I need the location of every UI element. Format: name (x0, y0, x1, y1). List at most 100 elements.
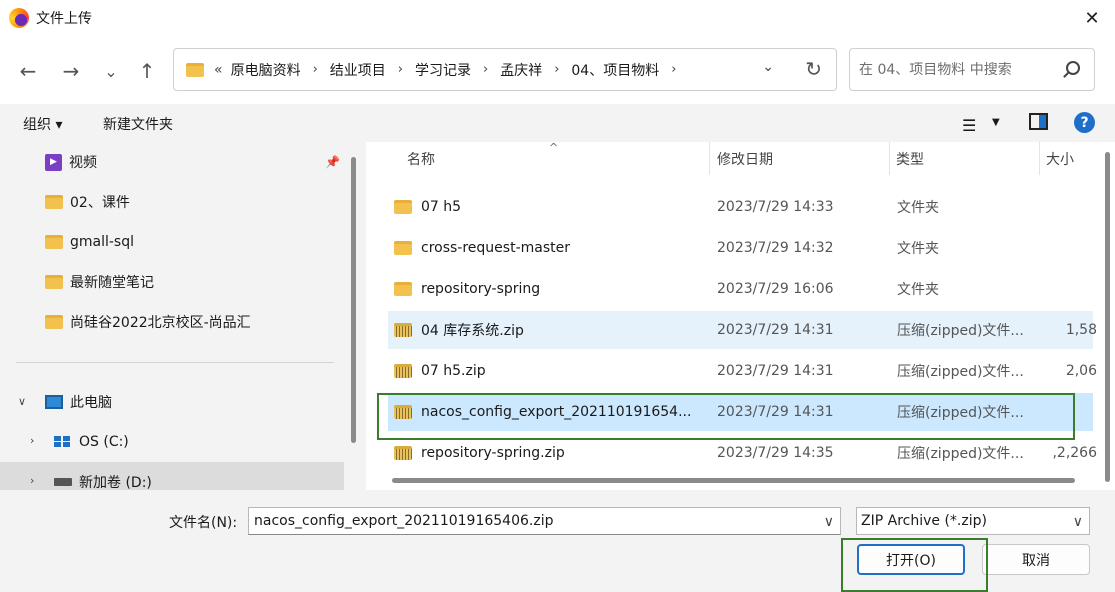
breadcrumb-item[interactable]: 结业项目 (330, 60, 386, 80)
search-icon[interactable] (1066, 61, 1080, 75)
column-header-name[interactable]: 名称 (407, 142, 435, 175)
filename-label: 文件名(N): (169, 515, 238, 531)
column-divider[interactable] (709, 142, 710, 175)
sidebar-item-drive-c[interactable]: › OS (C:) (0, 422, 344, 462)
column-header-type[interactable]: 类型 (896, 142, 924, 175)
breadcrumb-item[interactable]: 原电脑资料 (231, 60, 301, 80)
column-divider[interactable] (1039, 142, 1040, 175)
sidebar-item-label: gmall-sql (70, 234, 135, 250)
file-date: 2023/7/29 14:33 (717, 199, 834, 215)
chevron-right-icon[interactable]: › (483, 62, 488, 77)
sidebar-item-folder[interactable]: 尚硅谷2022北京校区-尚品汇 (0, 302, 344, 342)
highlight-box-selected-file (377, 393, 1075, 440)
chevron-right-icon[interactable]: › (30, 474, 34, 487)
sidebar-item-label: 02、课件 (70, 195, 130, 211)
computer-icon (45, 395, 63, 409)
file-name: cross-request-master (421, 240, 570, 256)
sidebar-item-label: 尚硅谷2022北京校区-尚品汇 (70, 315, 251, 331)
file-size: 2,06 (1065, 363, 1097, 379)
firefox-icon (9, 8, 29, 28)
refresh-icon[interactable]: ↻ (805, 57, 822, 81)
folder-icon (186, 62, 204, 77)
sidebar-item-drive-d[interactable]: › 新加卷 (D:) (0, 462, 344, 490)
forward-arrow-icon[interactable]: → (57, 58, 85, 84)
file-type-select[interactable]: ZIP Archive (*.zip) ∨ (856, 507, 1090, 535)
file-type: 压缩(zipped)文件... (897, 364, 1024, 380)
chevron-down-icon[interactable]: ⌄ (762, 59, 774, 75)
breadcrumb-item[interactable]: 学习记录 (415, 60, 471, 80)
file-date: 2023/7/29 16:06 (717, 281, 834, 297)
chevron-right-icon[interactable]: › (398, 62, 403, 77)
file-date: 2023/7/29 14:31 (717, 363, 834, 379)
pin-icon[interactable]: 📌 (325, 155, 340, 169)
filename-input[interactable]: nacos_config_export_20211019165406.zip ∨ (248, 507, 841, 535)
file-size: 2,266, (1052, 445, 1097, 461)
folder-icon (45, 315, 63, 329)
chevron-right-icon[interactable]: › (671, 62, 676, 77)
column-divider[interactable] (889, 142, 890, 175)
search-box[interactable] (849, 48, 1095, 91)
preview-pane-icon[interactable] (1029, 113, 1048, 130)
recent-locations-icon[interactable]: ⌄ (97, 58, 125, 84)
file-type: 文件夹 (897, 241, 939, 257)
address-bar[interactable]: « 原电脑资料 › 结业项目 › 学习记录 › 孟庆祥 › 04、项目物料 › … (173, 48, 837, 91)
chevron-right-icon[interactable]: › (313, 62, 318, 77)
sort-ascending-icon: ^ (549, 142, 559, 154)
command-toolbar: 组织 ▾ 新建文件夹 ☰ ▼ ? (0, 104, 1115, 142)
back-arrow-icon[interactable]: ← (14, 58, 42, 84)
sidebar-item-folder[interactable]: 最新随堂笔记 (0, 262, 344, 302)
chevron-right-icon[interactable]: › (30, 434, 34, 447)
file-list-vertical-scrollbar[interactable] (1105, 152, 1110, 482)
breadcrumb: « 原电脑资料 › 结业项目 › 学习记录 › 孟庆祥 › 04、项目物料 › (212, 60, 688, 80)
view-options-icon[interactable]: ☰ (962, 116, 976, 135)
sidebar-scrollbar[interactable] (351, 157, 356, 443)
chevron-right-icon[interactable]: › (554, 62, 559, 77)
folder-icon (394, 241, 412, 255)
highlight-box-open-button (841, 538, 988, 592)
search-input[interactable] (859, 61, 1055, 78)
chevron-down-icon[interactable]: ∨ (824, 514, 834, 530)
file-date: 2023/7/29 14:35 (717, 445, 834, 461)
file-size: 1,58 (1065, 322, 1097, 338)
sidebar-item-folder[interactable]: gmall-sql (0, 222, 344, 262)
help-icon[interactable]: ? (1074, 112, 1095, 133)
close-button[interactable]: ✕ (1069, 0, 1115, 36)
breadcrumb-item[interactable]: 孟庆祥 (500, 60, 542, 80)
drive-icon (54, 478, 72, 486)
file-date: 2023/7/29 14:32 (717, 240, 834, 256)
chevron-down-icon[interactable]: ∨ (18, 395, 26, 408)
column-header-size[interactable]: 大小 (1046, 142, 1074, 175)
sidebar-item-folder[interactable]: 02、课件 (0, 182, 344, 222)
breadcrumb-item[interactable]: 04、项目物料 (571, 60, 659, 80)
filename-value[interactable]: nacos_config_export_20211019165406.zip (254, 513, 553, 529)
up-arrow-icon[interactable]: ↑ (133, 58, 161, 84)
sidebar-item-label: 视频 (69, 155, 97, 171)
file-list-horizontal-scrollbar[interactable] (392, 478, 1075, 483)
new-folder-button[interactable]: 新建文件夹 (103, 114, 173, 134)
file-name: 07 h5 (421, 199, 462, 215)
sidebar-item-this-pc[interactable]: ∨ 此电脑 (0, 382, 344, 422)
file-type: 文件夹 (897, 200, 939, 216)
file-row[interactable]: 07 h5.zip 2023/7/29 14:31 压缩(zipped)文件..… (388, 352, 1097, 390)
file-type: 压缩(zipped)文件... (897, 323, 1024, 339)
video-icon: ▶ (45, 153, 62, 171)
file-row[interactable]: 07 h5 2023/7/29 14:33 文件夹 (388, 188, 1093, 226)
file-name: 07 h5.zip (421, 363, 486, 379)
cancel-button[interactable]: 取消 (982, 544, 1090, 575)
sidebar-item-videos[interactable]: ▶ 视频 📌 (0, 142, 344, 182)
column-header-date[interactable]: 修改日期 (717, 142, 773, 175)
chevron-down-icon[interactable]: ∨ (1073, 514, 1083, 530)
file-name: 04 库存系统.zip (421, 323, 524, 339)
file-row[interactable]: 04 库存系统.zip 2023/7/29 14:31 压缩(zipped)文件… (388, 311, 1097, 349)
breadcrumb-overflow[interactable]: « (214, 62, 223, 78)
organize-button[interactable]: 组织 ▾ (23, 114, 62, 134)
file-row[interactable]: cross-request-master 2023/7/29 14:32 文件夹 (388, 229, 1093, 267)
zip-file-icon (394, 364, 412, 378)
zip-file-icon (394, 323, 412, 337)
sidebar-item-label: 新加卷 (D:) (79, 475, 152, 490)
file-type-value: ZIP Archive (*.zip) (861, 513, 987, 529)
chevron-down-icon[interactable]: ▼ (992, 117, 1000, 128)
file-row[interactable]: repository-spring 2023/7/29 16:06 文件夹 (388, 270, 1093, 308)
folder-icon (394, 282, 412, 296)
zip-file-icon (394, 446, 412, 460)
